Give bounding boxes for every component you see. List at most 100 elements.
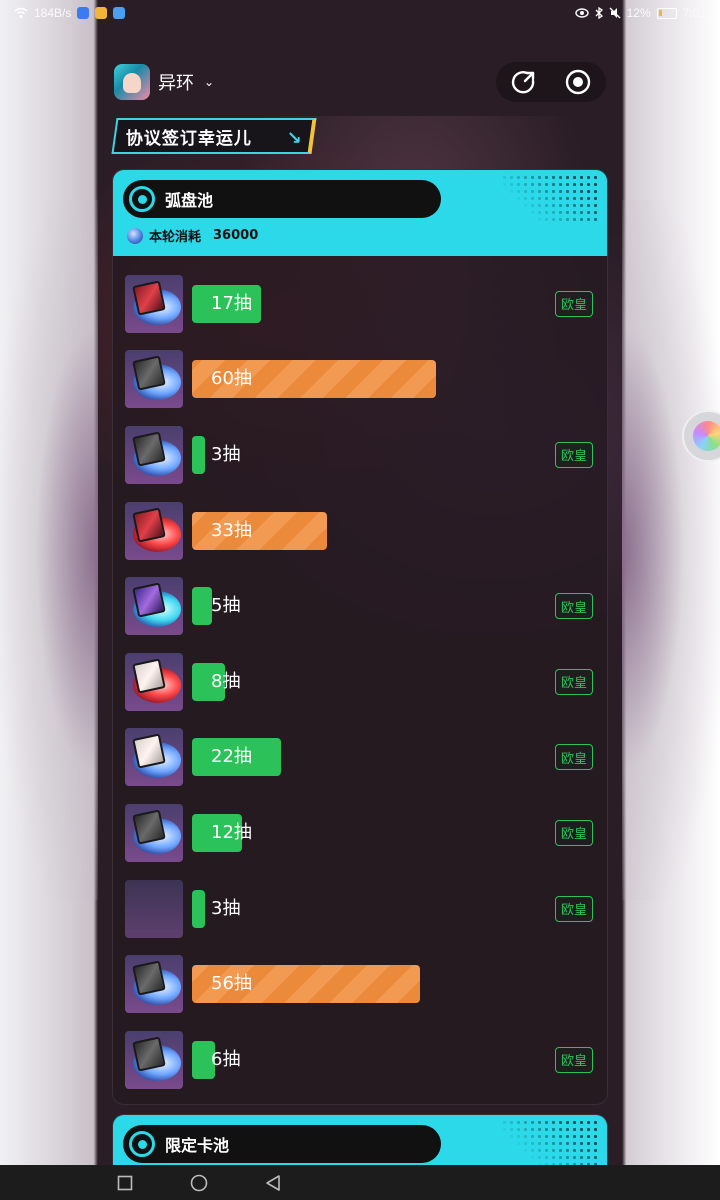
target-icon — [129, 186, 155, 212]
draw-count-bar — [192, 587, 212, 626]
draw-count-label: 22抽 — [211, 746, 252, 768]
card-art — [132, 1036, 166, 1072]
back-button[interactable] — [264, 1174, 282, 1192]
system-nav-bar — [0, 1165, 720, 1200]
item-thumbnail — [125, 803, 183, 862]
draw-count-label: 8抽 — [211, 670, 241, 692]
record-button[interactable] — [564, 68, 592, 96]
target-icon — [129, 1131, 155, 1157]
draw-list: 17抽 欧皇 60抽 3抽 欧皇 33抽 5抽 欧皇 8抽 欧皇 22抽 欧皇 12抽 欧皇 3抽 欧皇 56抽… — [113, 256, 607, 1104]
draw-bar-track: 60抽 — [192, 360, 595, 399]
card-art — [132, 431, 166, 467]
card-art — [132, 733, 166, 769]
pool-title-pill: 弧盘池 — [123, 180, 441, 218]
arrow-icon: ↘ — [286, 128, 302, 149]
draw-row: 6抽 欧皇 — [125, 1022, 595, 1098]
draw-bar-track: 22抽 — [192, 738, 595, 777]
pool-header: 弧盘池 本轮消耗 36000 — [113, 170, 607, 256]
chevron-down-icon: ⌄ — [204, 75, 215, 89]
draw-bar-track: 3抽 — [192, 435, 595, 474]
app-notification-icon — [113, 7, 126, 19]
pool-name: 弧盘池 — [165, 191, 214, 210]
lucky-banner: 协议签订幸运儿 ↘ — [111, 118, 317, 154]
lucky-badge: 欧皇 — [555, 1046, 593, 1073]
battery-icon — [656, 7, 677, 19]
card-art — [132, 280, 166, 316]
lucky-badge: 欧皇 — [555, 895, 593, 922]
status-bar: 184B/s 12% 7:01 — [0, 0, 720, 26]
draw-count-bar — [192, 889, 205, 928]
home-button[interactable] — [190, 1174, 208, 1192]
item-thumbnail — [125, 652, 183, 711]
pool-card: 弧盘池 本轮消耗 36000 17抽 欧皇 60抽 3抽 欧皇 33抽 5抽 欧皇 8抽 欧皇 22… — [112, 169, 608, 1105]
draw-row: 56抽 — [125, 946, 595, 1022]
share-button[interactable] — [510, 68, 538, 96]
lucky-badge: 欧皇 — [555, 441, 593, 468]
draw-count-label: 33抽 — [211, 519, 252, 541]
recent-apps-button[interactable] — [116, 1174, 134, 1192]
mute-icon — [609, 7, 621, 19]
game-switcher[interactable]: 异环 ⌄ — [114, 64, 214, 100]
lucky-badge: 欧皇 — [555, 819, 593, 846]
draw-bar-track: 8抽 — [192, 662, 595, 701]
home-icon — [190, 1174, 208, 1191]
clock: 7:01 — [682, 6, 706, 20]
cost-label: 本轮消耗 — [149, 230, 202, 245]
game-avatar — [114, 64, 150, 100]
draw-count-label: 60抽 — [211, 368, 252, 390]
card-art — [132, 355, 166, 391]
wifi-icon — [14, 7, 28, 18]
draw-count-label: 5抽 — [211, 595, 241, 617]
dot-pattern — [501, 1119, 601, 1165]
back-icon — [266, 1174, 280, 1191]
eye-icon — [574, 8, 589, 18]
draw-row: 8抽 欧皇 — [125, 644, 595, 720]
lucky-badge: 欧皇 — [555, 593, 593, 620]
draw-bar-track: 56抽 — [192, 965, 595, 1004]
lucky-badge: 欧皇 — [555, 668, 593, 695]
item-thumbnail — [125, 728, 183, 787]
draw-row: 33抽 — [125, 493, 595, 569]
dot-pattern — [501, 174, 601, 224]
draw-row: 5抽 欧皇 — [125, 568, 595, 644]
item-thumbnail — [125, 350, 183, 409]
lucky-badge: 欧皇 — [555, 290, 593, 317]
pool-card: 限定卡池 — [112, 1114, 608, 1165]
lucky-badge: 欧皇 — [555, 744, 593, 771]
item-thumbnail — [125, 501, 183, 560]
card-art — [132, 658, 166, 694]
draw-row: 12抽 欧皇 — [125, 795, 595, 871]
left-backdrop — [0, 200, 98, 900]
item-thumbnail — [125, 879, 183, 938]
draw-count-label: 56抽 — [211, 973, 252, 995]
card-art — [132, 809, 166, 845]
assistant-icon — [693, 421, 720, 451]
app-notification-icon — [77, 7, 90, 19]
pool-name: 限定卡池 — [165, 1136, 230, 1155]
banner-title: 协议签订幸运儿 — [126, 128, 252, 149]
draw-count-label: 17抽 — [211, 292, 252, 314]
item-thumbnail — [125, 1030, 183, 1089]
pool-header: 限定卡池 — [113, 1115, 607, 1165]
draw-count-label: 6抽 — [211, 1048, 241, 1070]
draw-bar-track: 3抽 — [192, 889, 595, 928]
right-backdrop — [622, 200, 720, 900]
draw-count-label: 3抽 — [211, 443, 241, 465]
card-art — [132, 960, 166, 996]
share-icon — [511, 71, 535, 94]
item-thumbnail — [125, 274, 183, 333]
app-notification-icon — [95, 7, 108, 19]
game-name: 异环 — [158, 73, 194, 94]
draw-bar-track: 33抽 — [192, 511, 595, 550]
top-actions — [496, 62, 606, 102]
draw-row: 3抽 欧皇 — [125, 871, 595, 947]
cost-value: 36000 — [213, 228, 259, 243]
draw-bar-track: 17抽 — [192, 284, 595, 323]
bluetooth-icon — [595, 7, 603, 19]
draw-count-bar — [192, 435, 205, 474]
pool-title-pill: 限定卡池 — [123, 1125, 441, 1163]
draw-row: 22抽 欧皇 — [125, 720, 595, 796]
draw-bar-track: 5抽 — [192, 587, 595, 626]
coin-icon — [127, 227, 143, 244]
draw-row: 60抽 — [125, 342, 595, 418]
